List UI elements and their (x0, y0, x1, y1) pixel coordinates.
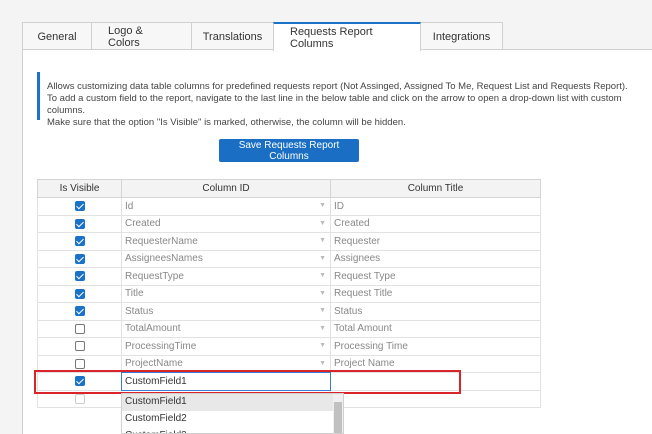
header-is-visible[interactable]: Is Visible (37, 179, 122, 198)
column-id-cell[interactable]: Title ▼ (121, 284, 331, 303)
column-id-cell[interactable]: Id ▼ (121, 197, 331, 216)
column-id-text: Title (125, 288, 144, 300)
column-id-cell[interactable]: ProcessingTime ▼ (121, 337, 331, 356)
column-id-text: Status (125, 305, 154, 317)
save-columns-button[interactable]: Save Requests Report Columns (219, 139, 359, 162)
column-title-cell[interactable]: Created (330, 214, 541, 233)
column-id-text: RequestType (125, 270, 184, 282)
tab-integrations[interactable]: Integrations (420, 22, 503, 50)
column-id-text: Id (125, 200, 134, 212)
tab-translations[interactable]: Translations (191, 22, 274, 50)
dropdown-option[interactable]: CustomField1 (122, 394, 343, 411)
tab-bar: General Logo & Colors Translations Reque… (22, 22, 503, 51)
chevron-down-icon[interactable]: ▼ (319, 220, 326, 227)
table-row[interactable]: TotalAmount ▼ Total Amount (37, 319, 541, 338)
column-title-cell[interactable] (330, 389, 541, 408)
visible-cell[interactable] (37, 337, 122, 356)
table-row[interactable]: ProjectName ▼ Project Name (37, 354, 541, 373)
visible-checkbox[interactable] (74, 323, 85, 334)
chevron-down-icon[interactable]: ▼ (319, 272, 326, 279)
table-row[interactable]: Title ▼ Request Title (37, 284, 541, 303)
column-title-cell[interactable]: Request Type (330, 267, 541, 286)
column-id-text: TotalAmount (125, 323, 181, 335)
info-line-2: To add a custom field to the report, nav… (47, 93, 622, 116)
column-id-cell[interactable]: AssigneesNames ▼ (121, 249, 331, 268)
visible-cell[interactable] (37, 249, 122, 268)
column-title-cell[interactable]: Requester (330, 232, 541, 251)
visible-checkbox[interactable] (74, 341, 85, 352)
column-id-text: RequesterName (125, 235, 198, 247)
visible-checkbox[interactable] (74, 393, 85, 404)
table-row[interactable]: RequesterName ▼ Requester (37, 232, 541, 251)
column-title-cell[interactable] (330, 372, 541, 391)
header-column-title[interactable]: Column Title (330, 179, 541, 198)
chevron-down-icon[interactable]: ▼ (319, 290, 326, 297)
visible-checkbox[interactable] (74, 253, 85, 264)
visible-cell[interactable] (37, 267, 122, 286)
column-title-cell[interactable]: Processing Time (330, 337, 541, 356)
column-id-cell[interactable]: Status ▼ (121, 302, 331, 321)
column-id-text: ProjectName (125, 358, 183, 370)
visible-cell[interactable] (37, 214, 122, 233)
info-line-3: Make sure that the option "Is Visible" i… (47, 117, 406, 128)
visible-checkbox[interactable] (74, 306, 85, 317)
tab-logo-colors[interactable]: Logo & Colors (91, 22, 192, 50)
table-row[interactable]: AssigneesNames ▼ Assignees (37, 249, 541, 268)
visible-checkbox[interactable] (74, 288, 85, 299)
visible-cell[interactable] (37, 319, 122, 338)
dropdown-scrollbar[interactable] (333, 394, 343, 433)
chevron-down-icon[interactable]: ▼ (319, 255, 326, 262)
visible-cell[interactable] (37, 372, 122, 391)
header-column-id[interactable]: Column ID (121, 179, 331, 198)
chevron-down-icon[interactable]: ▼ (319, 325, 326, 332)
column-title-cell[interactable]: Total Amount (330, 319, 541, 338)
visible-cell[interactable] (37, 302, 122, 321)
column-title-cell[interactable]: Status (330, 302, 541, 321)
column-id-cell[interactable]: RequesterName ▼ (121, 232, 331, 251)
chevron-down-icon[interactable]: ▼ (319, 202, 326, 209)
chevron-down-icon[interactable]: ▼ (319, 342, 326, 349)
visible-checkbox[interactable] (74, 271, 85, 282)
info-line-1: Allows customizing data table columns fo… (47, 81, 628, 92)
dropdown-option[interactable]: CustomField2 (122, 411, 343, 428)
visible-cell[interactable] (37, 389, 122, 408)
table-row[interactable]: Id ▼ ID (37, 197, 541, 216)
column-title-cell[interactable]: Request Title (330, 284, 541, 303)
tab-general[interactable]: General (22, 22, 92, 50)
visible-checkbox[interactable] (74, 236, 85, 247)
visible-checkbox[interactable] (74, 218, 85, 229)
table-row[interactable]: RequestType ▼ Request Type (37, 267, 541, 286)
column-id-cell[interactable]: ProjectName ▼ (121, 354, 331, 373)
visible-cell[interactable] (37, 197, 122, 216)
column-id-dropdown[interactable]: CustomField1CustomField2CustomField3 (121, 393, 344, 434)
table-row[interactable]: Status ▼ Status (37, 302, 541, 321)
column-id-cell[interactable]: Created ▼ (121, 214, 331, 233)
chevron-down-icon[interactable]: ▼ (319, 360, 326, 367)
visible-cell[interactable] (37, 284, 122, 303)
column-id-text: AssigneesNames (125, 253, 203, 265)
visible-checkbox[interactable] (74, 358, 85, 369)
chevron-down-icon[interactable]: ▼ (319, 237, 326, 244)
visible-cell[interactable] (37, 354, 122, 373)
table-row[interactable]: Created ▼ Created (37, 214, 541, 233)
tab-requests-report-columns[interactable]: Requests Report Columns (273, 22, 421, 51)
visible-checkbox[interactable] (74, 201, 85, 212)
dropdown-scroll-thumb[interactable] (334, 402, 342, 433)
column-title-cell[interactable]: Project Name (330, 354, 541, 373)
column-title-cell[interactable]: Assignees (330, 249, 541, 268)
visible-checkbox[interactable] (74, 376, 85, 387)
column-id-cell[interactable]: RequestType ▼ (121, 267, 331, 286)
visible-cell[interactable] (37, 232, 122, 251)
column-id-input[interactable] (121, 372, 331, 391)
chevron-down-icon[interactable]: ▼ (319, 307, 326, 314)
info-box: Allows customizing data table columns fo… (37, 72, 652, 128)
column-id-text: Created (125, 218, 161, 230)
table-row[interactable]: ProcessingTime ▼ Processing Time (37, 337, 541, 356)
column-id-text: ProcessingTime (125, 340, 197, 352)
column-id-cell[interactable]: TotalAmount ▼ (121, 319, 331, 338)
dropdown-option[interactable]: CustomField3 (122, 428, 343, 433)
column-title-cell[interactable]: ID (330, 197, 541, 216)
